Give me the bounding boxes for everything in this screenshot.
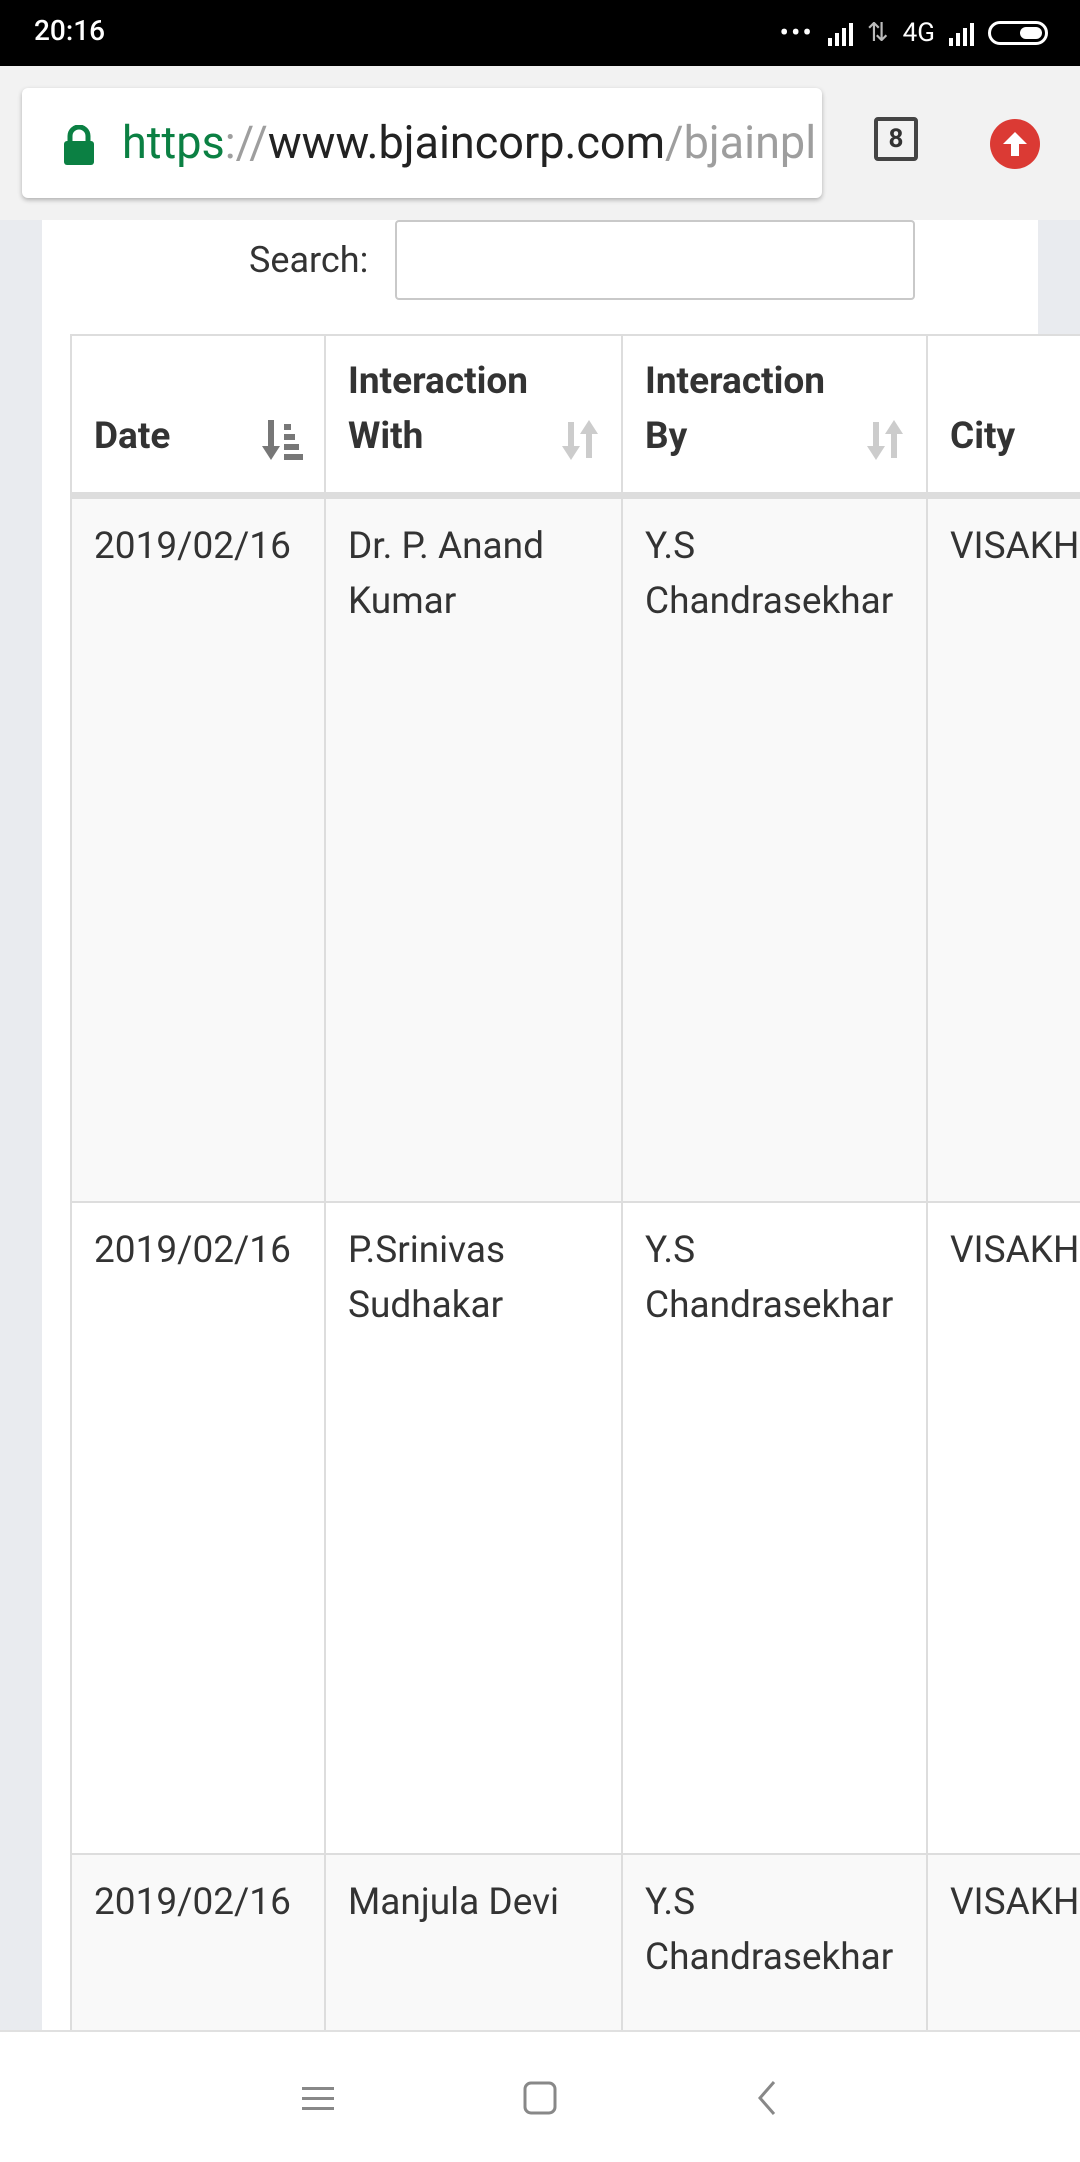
- menu-icon[interactable]: [298, 2078, 338, 2118]
- cell-interaction-with: P.Srinivas Sudhakar: [324, 1201, 623, 1855]
- url-scheme: https: [122, 116, 225, 169]
- cell-text: Chandrasekhar: [645, 1936, 894, 1979]
- sort-both-icon: [562, 419, 598, 460]
- update-button[interactable]: [990, 119, 1040, 169]
- status-time: 20:16: [34, 14, 106, 47]
- column-header-date[interactable]: Date: [70, 334, 326, 499]
- cell-text: Y.S: [645, 524, 696, 568]
- cell-interaction-by: Y.S Chandrasekhar: [621, 494, 928, 1203]
- cell-interaction-by: Y.S Chandrasekhar: [621, 1853, 928, 2030]
- header-label: Date: [94, 414, 171, 458]
- status-icons: ••• ⇅ 4G: [780, 14, 1048, 52]
- status-bar: 20:16 ••• ⇅ 4G: [0, 0, 1080, 66]
- signal-icon: [827, 20, 853, 46]
- cell-text: Dr. P. Anand: [348, 524, 544, 568]
- cell-city: VISAKH: [926, 1853, 1080, 2030]
- cell-text: Sudhakar: [348, 1284, 504, 1327]
- more-notifications-icon: •••: [779, 16, 814, 49]
- page-content: Search: Date Interaction With Interactio…: [0, 220, 1080, 2030]
- lock-icon: [64, 125, 94, 165]
- cell-interaction-with: Dr. P. Anand Kumar: [324, 494, 623, 1203]
- interactions-table: Date Interaction With Interaction By Cit…: [70, 334, 1080, 2030]
- battery-icon: [988, 21, 1048, 45]
- browser-toolbar: https://www.bjaincorp.com/bjainpl 8: [0, 66, 1080, 220]
- signal-icon-2: [949, 20, 974, 46]
- url-host: www.bjaincorp.com: [267, 116, 666, 169]
- cell-interaction-by: Y.S Chandrasekhar: [621, 1201, 928, 1855]
- cell-date: 2019/02/16: [70, 494, 326, 1203]
- address-bar[interactable]: https://www.bjaincorp.com/bjainpl: [22, 88, 822, 198]
- cell-text: Chandrasekhar: [645, 579, 894, 623]
- network-type: 4G: [902, 18, 935, 48]
- search-label: Search:: [249, 239, 369, 281]
- search-input[interactable]: [395, 220, 915, 300]
- cell-city: VISAKH: [926, 1201, 1080, 1855]
- header-label-line1: Interaction: [645, 359, 826, 403]
- cell-text: P.Srinivas: [348, 1229, 506, 1272]
- home-icon[interactable]: [520, 2078, 560, 2118]
- cell-text: Kumar: [348, 579, 457, 623]
- sort-ascending-icon: [262, 419, 303, 460]
- table-header-row: Date Interaction With Interaction By Cit…: [70, 334, 1080, 499]
- sort-both-icon: [867, 419, 903, 460]
- cell-text: Manjula Devi: [348, 1881, 559, 1924]
- table-row: 2019/02/16 Dr. P. Anand Kumar Y.S Chandr…: [70, 494, 1080, 1203]
- table-row: 2019/02/16 P.Srinivas Sudhakar Y.S Chand…: [70, 1201, 1080, 1855]
- arrow-up-icon: [1003, 132, 1027, 156]
- cell-interaction-with: Manjula Devi: [324, 1853, 623, 2030]
- back-icon[interactable]: [748, 2078, 788, 2118]
- url-text[interactable]: https://www.bjaincorp.com/bjainpl: [122, 116, 816, 169]
- navigation-bar: [0, 2030, 1080, 2162]
- cell-date: 2019/02/16: [70, 1853, 326, 2030]
- tab-count: 8: [888, 124, 904, 154]
- cell-text: Chandrasekhar: [645, 1284, 894, 1327]
- cell-text: Y.S: [645, 1881, 696, 1924]
- cell-text: Y.S: [645, 1229, 696, 1272]
- url-separator: ://: [224, 116, 268, 169]
- header-label-line1: Interaction: [348, 359, 529, 403]
- data-transfer-icon: ⇅: [866, 18, 889, 48]
- header-label: City: [950, 414, 1016, 458]
- cell-city: VISAKH: [926, 494, 1080, 1203]
- url-path: /bjainpl: [665, 116, 817, 169]
- cell-date: 2019/02/16: [70, 1201, 326, 1855]
- column-header-interaction-with[interactable]: Interaction With: [324, 334, 623, 499]
- table-row: 2019/02/16 Manjula Devi Y.S Chandrasekha…: [70, 1853, 1080, 2030]
- tab-switcher-button[interactable]: 8: [874, 117, 918, 161]
- column-header-city[interactable]: City: [926, 334, 1080, 499]
- column-header-interaction-by[interactable]: Interaction By: [621, 334, 928, 499]
